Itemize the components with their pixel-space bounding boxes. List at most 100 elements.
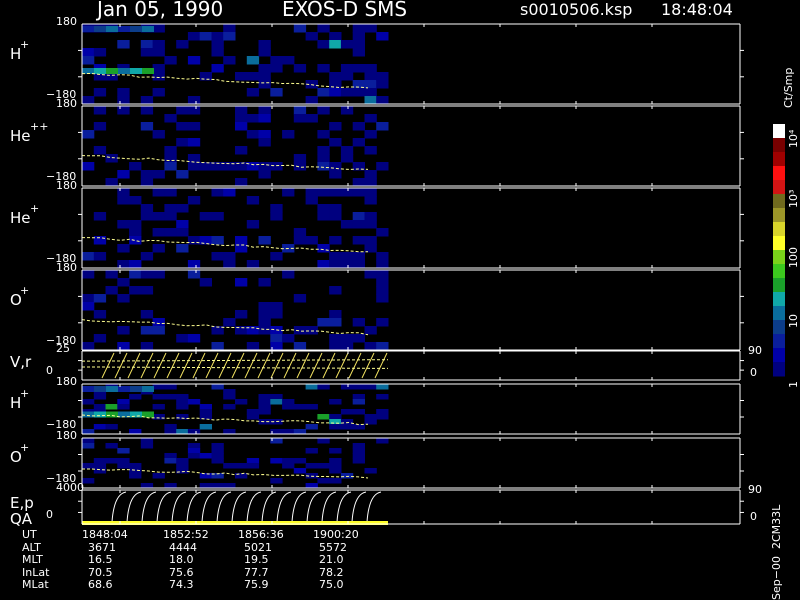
panel-label-superscript: +	[20, 284, 30, 298]
count-cell	[117, 188, 130, 197]
count-cell	[130, 386, 142, 392]
count-cell	[152, 88, 165, 97]
count-cell	[223, 24, 236, 33]
count-cell	[317, 162, 330, 171]
count-cell	[140, 212, 154, 221]
count-cell	[94, 386, 106, 392]
count-cell	[258, 130, 271, 139]
count-cell	[305, 384, 318, 390]
count-cell	[340, 188, 354, 197]
count-cell	[317, 318, 330, 327]
count-cell	[164, 56, 177, 65]
count-cell	[199, 32, 212, 41]
y-axis-bottom-label: 0	[46, 508, 53, 521]
count-cell	[211, 453, 224, 459]
count-cell	[187, 106, 201, 115]
count-cell	[211, 384, 224, 390]
count-cell	[258, 106, 271, 115]
trace-line	[82, 468, 369, 479]
count-cell	[140, 96, 154, 105]
count-cell	[140, 48, 154, 57]
count-cell	[340, 146, 354, 155]
count-cell	[164, 188, 177, 197]
count-cell	[246, 458, 260, 464]
count-cell	[258, 40, 271, 49]
count-cell	[376, 414, 389, 420]
count-cell	[235, 72, 248, 81]
count-cell	[176, 106, 189, 115]
count-cell	[246, 220, 260, 229]
count-cell	[270, 212, 283, 221]
count-cell	[270, 302, 283, 311]
count-cell	[140, 106, 154, 115]
count-cell	[187, 96, 201, 105]
panel-label-superscript: +	[30, 202, 40, 216]
right-axis-top-label: 90	[748, 483, 762, 496]
count-cell	[317, 244, 330, 253]
colorbar-segment	[773, 222, 785, 237]
count-cell	[140, 204, 154, 213]
count-cell	[235, 114, 248, 123]
count-cell	[352, 453, 365, 459]
right-axis-bottom-label: 0	[750, 366, 757, 379]
count-cell	[152, 228, 165, 237]
count-cell	[117, 404, 130, 410]
count-cell	[376, 409, 389, 415]
count-cell	[376, 270, 389, 279]
count-cell	[329, 252, 342, 261]
count-cell	[258, 394, 271, 400]
colorbar-segment	[773, 152, 785, 167]
count-cell	[364, 468, 377, 474]
count-cell	[106, 386, 118, 392]
count-cell	[176, 220, 189, 229]
count-cell	[340, 72, 354, 81]
colorbar-segment	[773, 250, 785, 265]
y-axis-top-label: 180	[56, 261, 77, 274]
count-cell	[140, 40, 154, 49]
count-cell	[329, 419, 342, 425]
count-cell	[352, 220, 365, 229]
count-cell	[246, 88, 260, 97]
count-cell	[270, 399, 283, 405]
count-cell	[176, 228, 189, 237]
count-cell	[223, 404, 236, 410]
count-cell	[258, 170, 271, 179]
count-cell	[117, 342, 130, 351]
count-cell	[364, 236, 377, 245]
colorbar-segment	[773, 166, 785, 181]
count-cell	[282, 463, 295, 469]
count-cell	[340, 40, 354, 49]
count-cell	[187, 236, 201, 245]
count-cell	[352, 212, 365, 221]
count-cell	[340, 419, 354, 425]
count-cell	[352, 32, 365, 41]
count-cell	[246, 260, 260, 269]
count-cell	[329, 310, 342, 319]
y-axis-top-label: 180	[56, 375, 77, 388]
count-cell	[187, 162, 201, 171]
count-cell	[129, 394, 142, 400]
count-cell	[364, 212, 377, 221]
colorbar-segment	[773, 362, 785, 377]
count-cell	[329, 80, 342, 89]
count-cell	[352, 178, 365, 187]
count-cell	[352, 394, 365, 400]
count-cell	[258, 48, 271, 57]
count-cell	[282, 458, 295, 464]
count-cell	[258, 318, 271, 327]
count-cell	[223, 394, 236, 400]
count-cell	[340, 473, 354, 479]
footer-cell: 4444	[169, 540, 197, 554]
count-cell	[352, 48, 365, 57]
count-cell	[187, 260, 201, 269]
count-cell	[164, 384, 177, 390]
colorbar-segment	[773, 306, 785, 321]
count-cell	[246, 409, 260, 415]
count-cell	[270, 64, 283, 73]
footer-cell: 70.5	[88, 565, 113, 579]
count-cell	[376, 252, 389, 261]
footer-cell: 74.3	[169, 578, 194, 591]
count-cell	[211, 212, 224, 221]
count-cell	[117, 170, 130, 179]
count-cell	[94, 68, 106, 74]
